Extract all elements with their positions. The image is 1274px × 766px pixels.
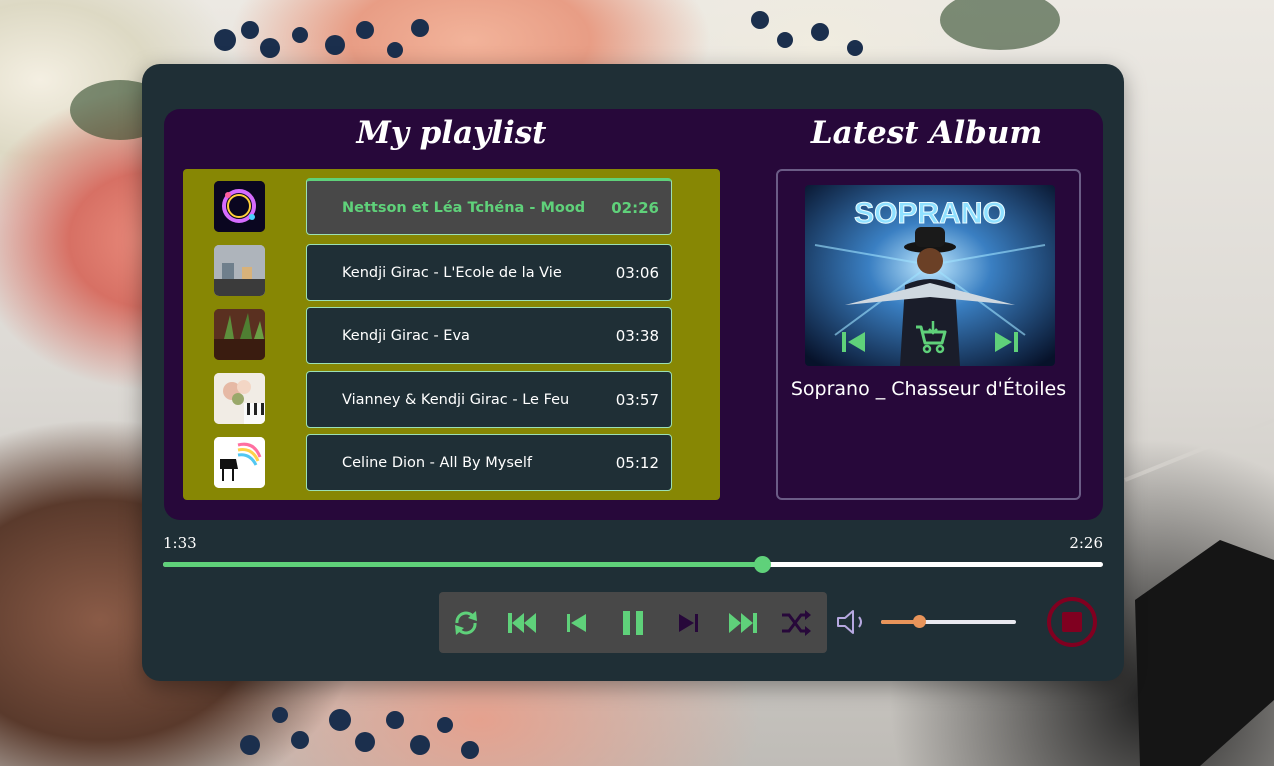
album-cover: SOPRANO — [805, 185, 1055, 366]
stop-icon[interactable] — [1046, 596, 1098, 648]
volume-icon[interactable] — [835, 608, 871, 636]
album-title: Soprano _ Chasseur d'Étoiles — [790, 378, 1067, 400]
track-duration: 03:57 — [615, 390, 659, 409]
album-heading: Latest Album — [810, 115, 1043, 151]
playback-controls — [439, 592, 827, 653]
playlist-heading: My playlist — [356, 115, 547, 151]
shopping-cart-icon[interactable] — [913, 319, 949, 355]
total-duration: 2:26 — [1069, 534, 1103, 552]
playlist-track-row[interactable]: Celine Dion - All By Myself 05:12 — [306, 434, 672, 491]
track-title: Kendji Girac - Eva — [342, 327, 470, 344]
track-thumbnail[interactable] — [214, 437, 265, 488]
fast-rewind-icon[interactable] — [505, 606, 539, 640]
track-duration: 03:06 — [615, 263, 659, 282]
pause-icon[interactable] — [616, 606, 650, 640]
shuffle-icon[interactable] — [779, 606, 813, 640]
track-title: Celine Dion - All By Myself — [342, 454, 532, 471]
playlist-track-row[interactable]: Kendji Girac - L'Ecole de la Vie 03:06 — [306, 244, 672, 301]
piano-rainbow-image — [214, 437, 265, 488]
desk-image — [214, 245, 265, 296]
plants-image — [214, 309, 265, 360]
track-thumbnail[interactable] — [214, 181, 265, 232]
progress-fill — [163, 562, 762, 567]
skip-previous-icon[interactable] — [560, 606, 594, 640]
flowers-piano-image — [214, 373, 265, 424]
fast-forward-icon[interactable] — [726, 606, 760, 640]
track-title: Nettson et Léa Tchéna - Mood — [342, 199, 586, 216]
playlist: Nettson et Léa Tchéna - Mood 02:26 Kendj… — [183, 169, 720, 500]
track-thumbnail[interactable] — [214, 245, 265, 296]
latest-album-card: SOPRANO Soprano _ Chasseur d'Étoiles — [776, 169, 1081, 500]
progress-handle[interactable] — [753, 556, 771, 573]
album-cover-logo: SOPRANO — [854, 197, 1006, 230]
playlist-track-row[interactable]: Vianney & Kendji Girac - Le Feu 03:57 — [306, 371, 672, 428]
track-title: Kendji Girac - L'Ecole de la Vie — [342, 264, 562, 281]
skip-previous-icon[interactable] — [839, 329, 869, 355]
volume-handle[interactable] — [912, 615, 926, 628]
track-duration: 03:38 — [615, 326, 659, 345]
repeat-icon[interactable] — [449, 606, 483, 640]
track-thumbnail[interactable] — [214, 373, 265, 424]
playlist-track-row[interactable]: Nettson et Léa Tchéna - Mood 02:26 — [306, 178, 672, 235]
playlist-track-row[interactable]: Kendji Girac - Eva 03:38 — [306, 307, 672, 364]
track-title: Vianney & Kendji Girac - Le Feu — [342, 391, 570, 408]
track-duration: 02:26 — [611, 198, 659, 217]
volume-slider[interactable] — [881, 615, 1016, 628]
skip-next-icon[interactable] — [671, 606, 705, 640]
current-time: 1:33 — [163, 534, 197, 552]
music-player: My playlist Latest Album Nettson et Léa … — [142, 64, 1124, 681]
progress-bar[interactable] — [163, 556, 1103, 573]
content-panel: My playlist Latest Album Nettson et Léa … — [164, 109, 1103, 520]
track-thumbnail[interactable] — [214, 309, 265, 360]
skip-next-icon[interactable] — [991, 329, 1021, 355]
neon-ring-image — [214, 181, 265, 232]
track-duration: 05:12 — [615, 453, 659, 472]
